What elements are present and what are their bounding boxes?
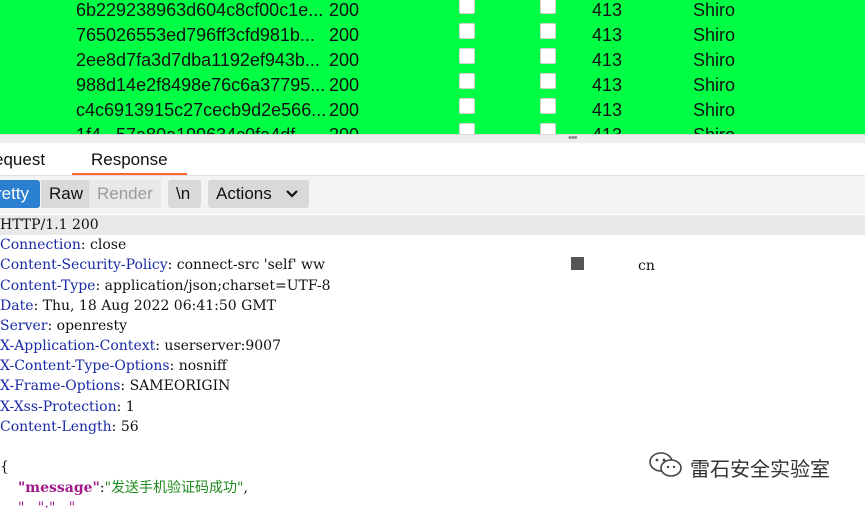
header-line: Date: Thu, 18 Aug 2022 06:41:50 GMT: [0, 298, 276, 314]
checkbox[interactable]: [540, 23, 556, 39]
header-name: Content-Type: [0, 278, 96, 294]
checkbox[interactable]: [459, 23, 475, 39]
response-toolbar: retty Raw Render \n Actions: [0, 176, 865, 214]
header-name: Content-Length: [0, 419, 112, 435]
hash-cell: 988d14e2f8498e76c6a37795...: [76, 75, 326, 95]
json-next-line: "...":"...": [18, 500, 76, 510]
hash-cell: c4c6913915c27cecb9d2e566...: [76, 100, 326, 120]
header-name: Date: [0, 298, 34, 314]
header-name: Content-Security-Policy: [0, 257, 168, 273]
redaction-mark: [571, 257, 584, 270]
pretty-button[interactable]: retty: [0, 180, 40, 208]
table-row[interactable]: 1f4...57a80a199634c0fa4df... 200 413 Shi…: [0, 123, 865, 134]
csp-value-tail: cn: [638, 258, 655, 274]
checkbox[interactable]: [459, 73, 475, 89]
chevron-down-icon: [286, 190, 298, 198]
length-cell: 413: [592, 123, 622, 134]
header-name: X-Application-Context: [0, 338, 156, 354]
header-value: 56: [120, 419, 139, 435]
watermark-text: 雷石安全实验室: [690, 457, 830, 481]
header-value: nosniff: [178, 358, 227, 374]
show-newlines-button[interactable]: \n: [168, 180, 201, 208]
status-cell: 200: [329, 50, 360, 70]
header-line: X-Frame-Options: SAMEORIGIN: [0, 378, 231, 394]
header-value: connect-src 'self' ww: [176, 257, 325, 273]
header-name: X-Content-Type-Options: [0, 358, 170, 374]
length-cell: 413: [592, 50, 623, 70]
checkbox[interactable]: [540, 0, 556, 14]
length-cell: 413: [592, 75, 623, 95]
header-name: X-Frame-Options: [0, 378, 121, 394]
header-value: SAMEORIGIN: [129, 378, 231, 394]
render-button[interactable]: Render: [89, 180, 161, 208]
header-value: openresty: [56, 318, 128, 334]
checkbox[interactable]: [540, 73, 556, 89]
status-cell: 200: [329, 75, 360, 95]
status-cell: 200: [329, 25, 360, 45]
header-name: Connection: [0, 237, 81, 253]
json-string: "发送手机验证码成功": [104, 480, 244, 496]
tag-cell: Shiro: [693, 123, 735, 134]
table-row[interactable]: 6b229238963d604c8cf00c1e... 200 413 Shir…: [0, 0, 865, 23]
checkbox[interactable]: [540, 123, 556, 134]
header-value: Thu, 18 Aug 2022 06:41:50 GMT: [42, 298, 276, 314]
status-cell: 200: [329, 100, 360, 120]
checkbox[interactable]: [540, 48, 556, 64]
tag-cell: Shiro: [693, 50, 736, 70]
hash-cell: 6b229238963d604c8cf00c1e...: [76, 0, 324, 20]
tab-request[interactable]: equest: [0, 146, 45, 173]
wechat-icon: [649, 452, 682, 477]
header-line: X-Content-Type-Options: nosniff: [0, 358, 227, 374]
status-cell: 200: [329, 123, 359, 134]
header-line: Content-Length: 56: [0, 419, 139, 435]
table-row[interactable]: 2ee8d7fa3d7dba1192ef943b... 200 413 Shir…: [0, 48, 865, 73]
hash-cell: 765026553ed796ff3cfd981b...: [76, 25, 315, 45]
header-line: X-Xss-Protection: 1: [0, 399, 135, 415]
hash-cell: 1f4...57a80a199634c0fa4df...: [76, 123, 326, 134]
tag-cell: Shiro: [693, 0, 736, 20]
message-tabs: equest Response: [0, 143, 865, 176]
checkbox[interactable]: [540, 98, 556, 114]
length-cell: 413: [592, 100, 623, 120]
header-name: Server: [0, 318, 48, 334]
tag-cell: Shiro: [693, 75, 736, 95]
table-row[interactable]: 988d14e2f8498e76c6a37795... 200 413 Shir…: [0, 73, 865, 98]
header-line: Content-Security-Policy: connect-src 'se…: [0, 257, 325, 273]
table-row[interactable]: c4c6913915c27cecb9d2e566... 200 413 Shir…: [0, 98, 865, 123]
header-value: 1: [125, 399, 135, 415]
hash-cell: 2ee8d7fa3d7dba1192ef943b...: [76, 50, 320, 70]
table-row[interactable]: 765026553ed796ff3cfd981b... 200 413 Shir…: [0, 23, 865, 48]
header-value: close: [90, 237, 127, 253]
tab-response[interactable]: Response: [72, 146, 187, 175]
header-line: X-Application-Context: userserver:9007: [0, 338, 281, 354]
tag-cell: Shiro: [693, 25, 736, 45]
header-line: Server: openresty: [0, 318, 128, 334]
json-key: "message": [18, 480, 100, 496]
results-table: 6b229238963d604c8cf00c1e... 200 413 Shir…: [0, 0, 865, 134]
actions-label: Actions: [216, 184, 272, 203]
header-value: application/json;charset=UTF-8: [104, 278, 331, 294]
header-line: Connection: close: [0, 237, 127, 253]
checkbox[interactable]: [459, 98, 475, 114]
json-message-line: "message":"发送手机验证码成功",: [18, 480, 248, 496]
checkbox[interactable]: [459, 48, 475, 64]
status-cell: 200: [329, 0, 360, 20]
status-line: HTTP/1.1 200: [0, 215, 865, 235]
tag-cell: Shiro: [693, 100, 736, 120]
header-line: Content-Type: application/json;charset=U…: [0, 278, 331, 294]
actions-dropdown[interactable]: Actions: [208, 180, 309, 208]
length-cell: 413: [592, 25, 623, 45]
checkbox[interactable]: [459, 123, 475, 134]
header-value: userserver:9007: [164, 338, 281, 354]
length-cell: 413: [592, 0, 623, 20]
raw-button[interactable]: Raw: [41, 180, 89, 208]
checkbox[interactable]: [459, 0, 475, 14]
header-name: X-Xss-Protection: [0, 399, 117, 415]
json-open-brace: {: [0, 459, 9, 475]
